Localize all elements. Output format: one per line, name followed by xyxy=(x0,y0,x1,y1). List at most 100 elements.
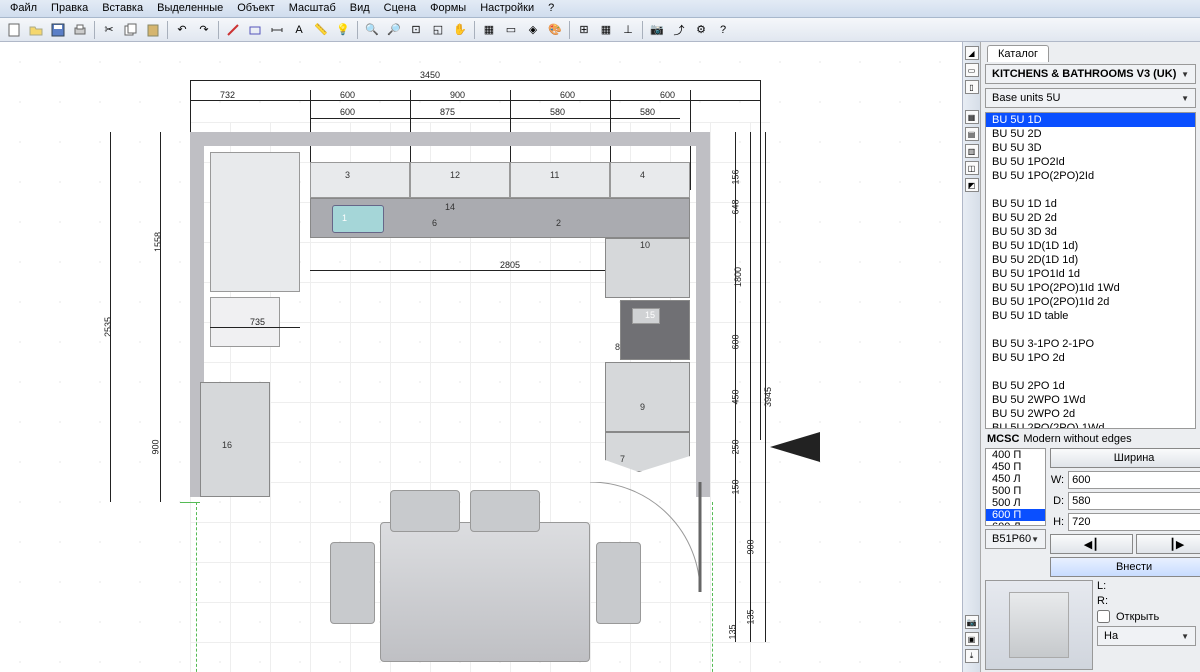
width-input[interactable] xyxy=(1068,471,1200,489)
dim-tool-icon[interactable] xyxy=(267,20,287,40)
rail-export-icon[interactable]: ⤓ xyxy=(965,649,979,663)
catalog-item[interactable] xyxy=(986,323,1195,337)
menu-object[interactable]: Объект xyxy=(231,1,280,16)
zoom-out-icon[interactable]: 🔎 xyxy=(384,20,404,40)
catalog-item[interactable]: BU 5U 1D xyxy=(986,113,1195,127)
catalog-item[interactable]: BU 5U 3D 3d xyxy=(986,225,1195,239)
width-button[interactable]: Ширина xyxy=(1050,448,1200,468)
catalog-item-list[interactable]: BU 5U 1DBU 5U 2DBU 5U 3DBU 5U 1PO2IdBU 5… xyxy=(985,112,1196,429)
plan-canvas[interactable]: 3450 732 600 900 600 600 600 875 580 580… xyxy=(0,42,962,672)
text-tool-icon[interactable]: A xyxy=(289,20,309,40)
menu-help[interactable]: ? xyxy=(542,1,560,16)
catalog-item[interactable]: BU 5U 3D xyxy=(986,141,1195,155)
catalog-item[interactable]: BU 5U 2D xyxy=(986,127,1195,141)
catalog-item[interactable]: BU 5U 2D(1D 1d) xyxy=(986,253,1195,267)
open-checkbox[interactable] xyxy=(1097,610,1110,623)
menu-selected[interactable]: Выделенные xyxy=(151,1,229,16)
menu-insert[interactable]: Вставка xyxy=(96,1,149,16)
menu-scale[interactable]: Масштаб xyxy=(283,1,342,16)
zoom-window-icon[interactable]: ◱ xyxy=(428,20,448,40)
object-tool-icon[interactable] xyxy=(245,20,265,40)
rail-mode-3-icon[interactable]: ▯ xyxy=(965,80,979,94)
wall-tool-icon[interactable] xyxy=(223,20,243,40)
catalog-item[interactable]: BU 5U 1PO(2PO)1Id 1Wd xyxy=(986,281,1195,295)
size-item[interactable]: 500 П xyxy=(986,485,1045,497)
catalog-item[interactable]: BU 5U 2WPO 1Wd xyxy=(986,393,1195,407)
menu-settings[interactable]: Настройки xyxy=(474,1,540,16)
depth-input[interactable] xyxy=(1068,492,1200,510)
size-item[interactable]: 500 Л xyxy=(986,497,1045,509)
library-dropdown[interactable]: KITCHENS & BATHROOMS V3 (UK) xyxy=(985,64,1196,84)
menu-file[interactable]: Файл xyxy=(4,1,43,16)
light-icon[interactable]: 💡 xyxy=(333,20,353,40)
rail-layer-5-icon[interactable]: ◩ xyxy=(965,178,979,192)
pan-icon[interactable]: ✋ xyxy=(450,20,470,40)
catalog-item[interactable]: BU 5U 2PO 1d xyxy=(986,379,1195,393)
export-icon[interactable]: ⤴ xyxy=(669,20,689,40)
open-file-icon[interactable] xyxy=(26,20,46,40)
view-top-icon[interactable]: ▦ xyxy=(479,20,499,40)
menu-edit[interactable]: Правка xyxy=(45,1,94,16)
catalog-item[interactable]: BU 5U 1PO 2d xyxy=(986,351,1195,365)
size-item[interactable]: 450 Л xyxy=(986,473,1045,485)
rail-render-icon[interactable]: ▣ xyxy=(965,632,979,646)
insert-button[interactable]: Внести xyxy=(1050,557,1200,577)
snap-icon[interactable]: ⊞ xyxy=(574,20,594,40)
height-input[interactable] xyxy=(1068,513,1200,531)
print-icon[interactable] xyxy=(70,20,90,40)
catalog-item[interactable]: BU 5U 3-1PO 2-1PO xyxy=(986,337,1195,351)
view-front-icon[interactable]: ▭ xyxy=(501,20,521,40)
camera-icon[interactable]: 📷 xyxy=(647,20,667,40)
catalog-item[interactable]: BU 5U 1D(1D 1d) xyxy=(986,239,1195,253)
measure-icon[interactable]: 📏 xyxy=(311,20,331,40)
size-item[interactable]: 400 П xyxy=(986,449,1045,461)
redo-icon[interactable]: ↷ xyxy=(194,20,214,40)
zoom-in-icon[interactable]: 🔍 xyxy=(362,20,382,40)
catalog-item[interactable]: BU 5U 1D table xyxy=(986,309,1195,323)
catalog-item[interactable]: BU 5U 1PO(2PO)2Id xyxy=(986,169,1195,183)
code-dropdown[interactable]: B51P60 xyxy=(985,529,1046,549)
catalog-tab[interactable]: Каталог xyxy=(987,45,1049,62)
catalog-item[interactable] xyxy=(986,183,1195,197)
zoom-fit-icon[interactable]: ⊡ xyxy=(406,20,426,40)
category-dropdown[interactable]: Base units 5U xyxy=(985,88,1196,108)
rail-layer-1-icon[interactable]: ▦ xyxy=(965,110,979,124)
rail-layer-2-icon[interactable]: ▤ xyxy=(965,127,979,141)
catalog-item[interactable]: BU 5U 1PO(2PO)1Id 2d xyxy=(986,295,1195,309)
catalog-item[interactable]: BU 5U 1PO1Id 1d xyxy=(986,267,1195,281)
rail-layer-4-icon[interactable]: ◫ xyxy=(965,161,979,175)
catalog-item[interactable]: BU 5U 2WPO 2d xyxy=(986,407,1195,421)
catalog-item[interactable]: BU 5U 2PO(2PO) 1Wd xyxy=(986,421,1195,429)
l-label: L: xyxy=(1097,580,1106,592)
catalog-item[interactable]: BU 5U 1PO2Id xyxy=(986,155,1195,169)
help-icon[interactable]: ? xyxy=(713,20,733,40)
size-item[interactable]: 450 П xyxy=(986,461,1045,473)
rail-camera-icon[interactable]: 📷 xyxy=(965,615,979,629)
menu-scene[interactable]: Сцена xyxy=(378,1,422,16)
grid-icon[interactable]: ▦ xyxy=(596,20,616,40)
new-file-icon[interactable] xyxy=(4,20,24,40)
rail-mode-1-icon[interactable]: ◢ xyxy=(965,46,979,60)
view-3d-icon[interactable]: ◈ xyxy=(523,20,543,40)
undo-icon[interactable]: ↶ xyxy=(172,20,192,40)
rail-layer-3-icon[interactable]: ▥ xyxy=(965,144,979,158)
catalog-item[interactable] xyxy=(986,365,1195,379)
size-item[interactable]: 600 Л xyxy=(986,521,1045,526)
paste-icon[interactable] xyxy=(143,20,163,40)
nudge-left-icon[interactable]: ◀┃ xyxy=(1050,534,1133,554)
nudge-right-icon[interactable]: ┃▶ xyxy=(1136,534,1200,554)
ortho-icon[interactable]: ⊥ xyxy=(618,20,638,40)
catalog-item[interactable]: BU 5U 2D 2d xyxy=(986,211,1195,225)
handle-side-dropdown[interactable]: На xyxy=(1097,626,1196,646)
size-list[interactable]: 400 П450 П450 Л500 П500 Л600 П600 Л xyxy=(985,448,1046,526)
cut-icon[interactable]: ✂ xyxy=(99,20,119,40)
settings-icon[interactable]: ⚙ xyxy=(691,20,711,40)
render-icon[interactable]: 🎨 xyxy=(545,20,565,40)
rail-mode-2-icon[interactable]: ▭ xyxy=(965,63,979,77)
save-icon[interactable] xyxy=(48,20,68,40)
menu-view[interactable]: Вид xyxy=(344,1,376,16)
copy-icon[interactable] xyxy=(121,20,141,40)
catalog-item[interactable]: BU 5U 1D 1d xyxy=(986,197,1195,211)
size-item[interactable]: 600 П xyxy=(986,509,1045,521)
menu-forms[interactable]: Формы xyxy=(424,1,472,16)
